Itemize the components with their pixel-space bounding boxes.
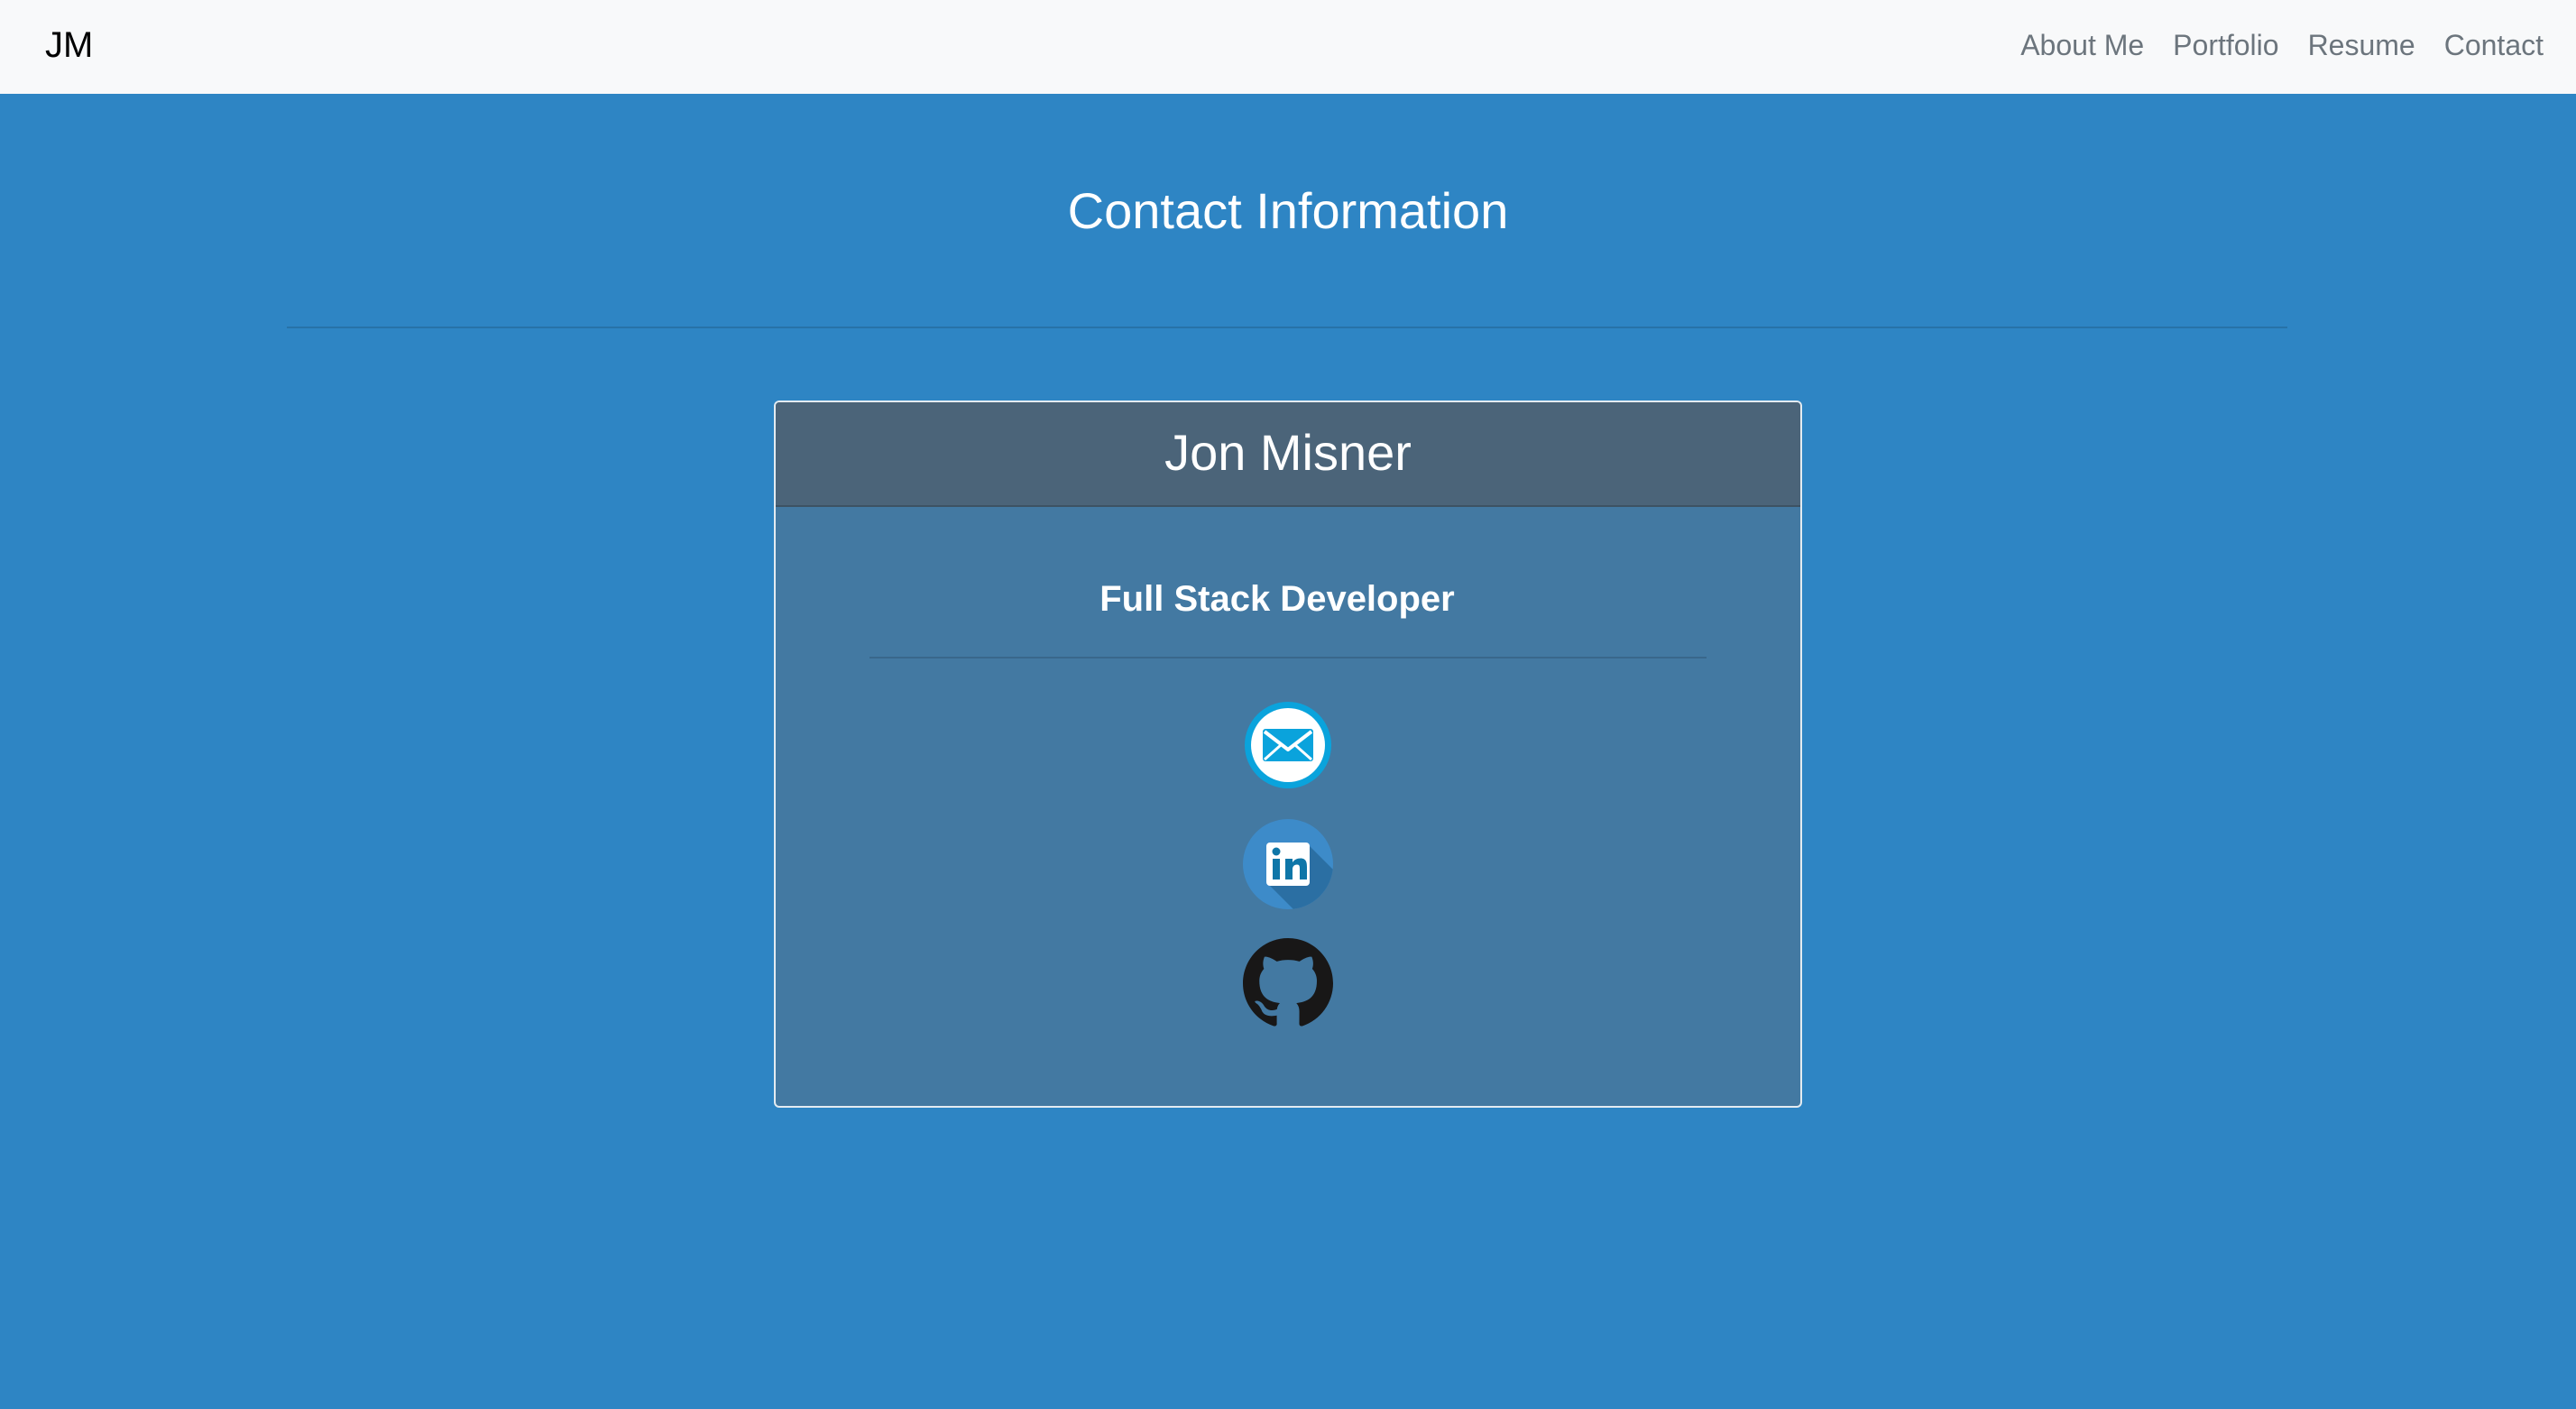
nav-link-about-me[interactable]: About Me [2020,23,2144,67]
nav-link-contact[interactable]: Contact [2444,23,2544,67]
envelope-icon[interactable] [1243,700,1333,790]
section-divider [287,327,2287,328]
nav-links: About Me Portfolio Resume Contact [2020,23,2544,67]
card-name: Jon Misner [1164,424,1412,481]
card-header: Jon Misner [776,402,1800,507]
linkedin-icon[interactable] [1243,819,1333,909]
github-icon[interactable] [1243,938,1333,1028]
card-role: Full Stack Developer [1099,579,1455,619]
contact-card: Jon Misner Full Stack Developer [774,401,1802,1108]
page-title: Contact Information [1067,182,1509,239]
brand-logo[interactable]: JM [45,22,93,69]
nav-link-resume[interactable]: Resume [2308,23,2415,67]
nav-link-portfolio[interactable]: Portfolio [2173,23,2278,67]
card-divider [869,657,1707,658]
navbar: JM About Me Portfolio Resume Contact [0,0,2576,94]
